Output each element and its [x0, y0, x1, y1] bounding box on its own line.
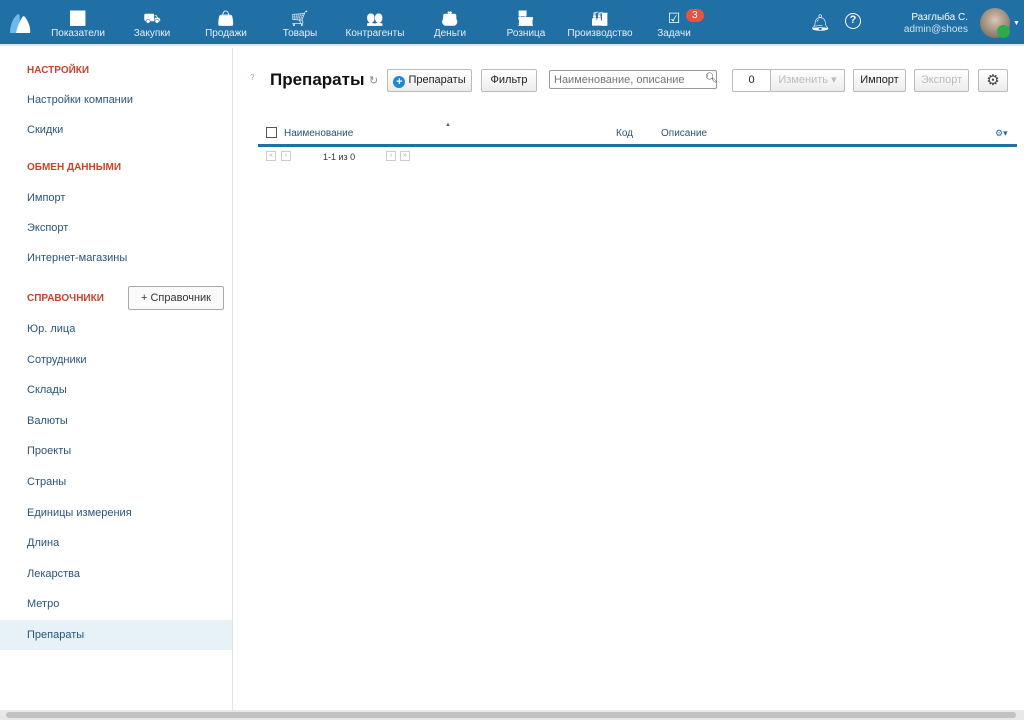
nav-label: Контрагенты: [345, 28, 405, 39]
sidebar-item-ref[interactable]: Единицы измерения: [0, 498, 232, 528]
search-icon[interactable]: 🔍︎: [705, 73, 718, 84]
sidebar: НАСТРОЙКИ Настройки компании Скидки ОБМЕ…: [0, 48, 233, 710]
help-hint-icon[interactable]: ?: [250, 73, 254, 82]
nav-label: Закупки: [133, 28, 171, 39]
change-label: Изменить: [778, 74, 829, 86]
task-check-icon: ☑: [667, 10, 681, 26]
user-menu[interactable]: Разглыба С. admin@shoes: [904, 12, 968, 36]
shop-status-icon: [997, 25, 1010, 38]
plus-circle-icon: +: [393, 76, 406, 88]
sidebar-item-ref[interactable]: Метро: [0, 589, 232, 619]
sidebar-item-ref[interactable]: Склады: [0, 375, 232, 405]
nav-8[interactable]: ☑ Задачи: [634, 0, 714, 46]
chevron-down-icon[interactable]: ▼: [1013, 20, 1020, 27]
column-name[interactable]: Наименование: [284, 128, 353, 139]
sidebar-item-ref[interactable]: Сотрудники: [0, 345, 232, 375]
bell-icon[interactable]: 🔔︎: [810, 13, 830, 33]
user-name: Разглыба С.: [911, 12, 968, 23]
sidebar-item-online-stores[interactable]: Интернет-магазины: [0, 243, 232, 273]
store-icon: 🏪: [517, 10, 535, 26]
sidebar-item-export[interactable]: Экспорт: [0, 213, 232, 243]
filter-button[interactable]: Фильтр: [481, 69, 537, 92]
wallet-icon: 👛: [441, 10, 459, 26]
refresh-icon[interactable]: ↻: [369, 74, 378, 87]
bag-icon: 👜: [217, 10, 235, 26]
sidebar-item-company-settings[interactable]: Настройки компании: [0, 85, 232, 115]
section-refs: СПРАВОЧНИКИ: [27, 293, 104, 304]
nav-2[interactable]: 👜 Продажи: [186, 0, 266, 46]
section-settings: НАСТРОЙКИ: [27, 65, 90, 76]
select-all-checkbox[interactable]: [266, 127, 277, 138]
sidebar-item-ref[interactable]: Юр. лица: [0, 314, 232, 344]
add-item-button[interactable]: + Препараты: [387, 69, 472, 92]
chart-icon: 📈: [69, 10, 87, 26]
logo-icon[interactable]: [8, 12, 32, 34]
add-reference-button[interactable]: + Справочник: [128, 286, 224, 310]
nav-6[interactable]: 🏪 Розница: [486, 0, 566, 46]
sidebar-item-ref[interactable]: Длина: [0, 528, 232, 558]
nav-1[interactable]: ⛟ Закупки: [112, 0, 192, 46]
sidebar-item-ref[interactable]: Лекарства: [0, 559, 232, 589]
top-navbar: 📈 Показатели ⛟ Закупки 👜 Продажи 🛒 Товары 👥 Контр…: [0, 0, 1024, 46]
gear-icon[interactable]: ⚙: [978, 69, 1008, 92]
nav-7[interactable]: 🏭 Производство: [560, 0, 640, 46]
tasks-badge: 3: [686, 9, 704, 22]
nav-0[interactable]: 📈 Показатели: [38, 0, 118, 46]
nav-label: Показатели: [51, 28, 105, 39]
user-email: admin@shoes: [903, 24, 968, 35]
prev-page-icon[interactable]: ‹: [281, 151, 291, 161]
sidebar-item-ref[interactable]: Страны: [0, 467, 232, 497]
people-icon: 👥: [366, 10, 384, 26]
nav-label: Продажи: [205, 28, 247, 39]
nav-label: Деньги: [433, 28, 467, 39]
nav-3[interactable]: 🛒 Товары: [260, 0, 340, 46]
sidebar-item-ref[interactable]: Проекты: [0, 436, 232, 466]
help-icon[interactable]: ?: [845, 13, 861, 29]
import-button[interactable]: Импорт: [853, 69, 906, 92]
add-item-label: Препараты: [408, 74, 466, 86]
sidebar-item-discounts[interactable]: Скидки: [0, 115, 232, 145]
export-button[interactable]: Экспорт: [914, 69, 969, 92]
sort-asc-icon: ▲: [445, 122, 451, 128]
change-button[interactable]: Изменить ▾: [770, 69, 845, 92]
page-title: Препараты: [270, 70, 365, 89]
cart-dolly-icon: ⛟: [143, 10, 161, 26]
factory-icon: 🏭: [591, 10, 609, 26]
nav-label: Производство: [567, 28, 633, 39]
search-input[interactable]: [549, 70, 717, 89]
nav-label: Задачи: [657, 28, 691, 39]
sidebar-item-ref[interactable]: Валюты: [0, 406, 232, 436]
sidebar-item-ref[interactable]: Препараты: [0, 620, 232, 650]
column-description[interactable]: Описание: [661, 128, 707, 139]
nav-4[interactable]: 👥 Контрагенты: [335, 0, 415, 46]
nav-5[interactable]: 👛 Деньги: [410, 0, 490, 46]
column-code[interactable]: Код: [616, 128, 633, 139]
horizontal-scrollbar[interactable]: [0, 710, 1024, 720]
first-page-icon[interactable]: «: [266, 151, 276, 161]
pagination-info: 1-1 из 0: [323, 152, 356, 162]
sidebar-item-import[interactable]: Импорт: [0, 183, 232, 213]
nav-label: Товары: [282, 28, 318, 39]
cart-icon: 🛒: [291, 10, 309, 26]
selected-count: 0: [732, 69, 771, 92]
column-settings-icon[interactable]: ⚙▾: [995, 128, 1008, 139]
nav-label: Розница: [506, 28, 546, 39]
next-page-icon[interactable]: ›: [386, 151, 396, 161]
table-header-rule: [258, 144, 1017, 147]
last-page-icon[interactable]: »: [400, 151, 410, 161]
section-exchange: ОБМЕН ДАННЫМИ: [27, 162, 122, 173]
